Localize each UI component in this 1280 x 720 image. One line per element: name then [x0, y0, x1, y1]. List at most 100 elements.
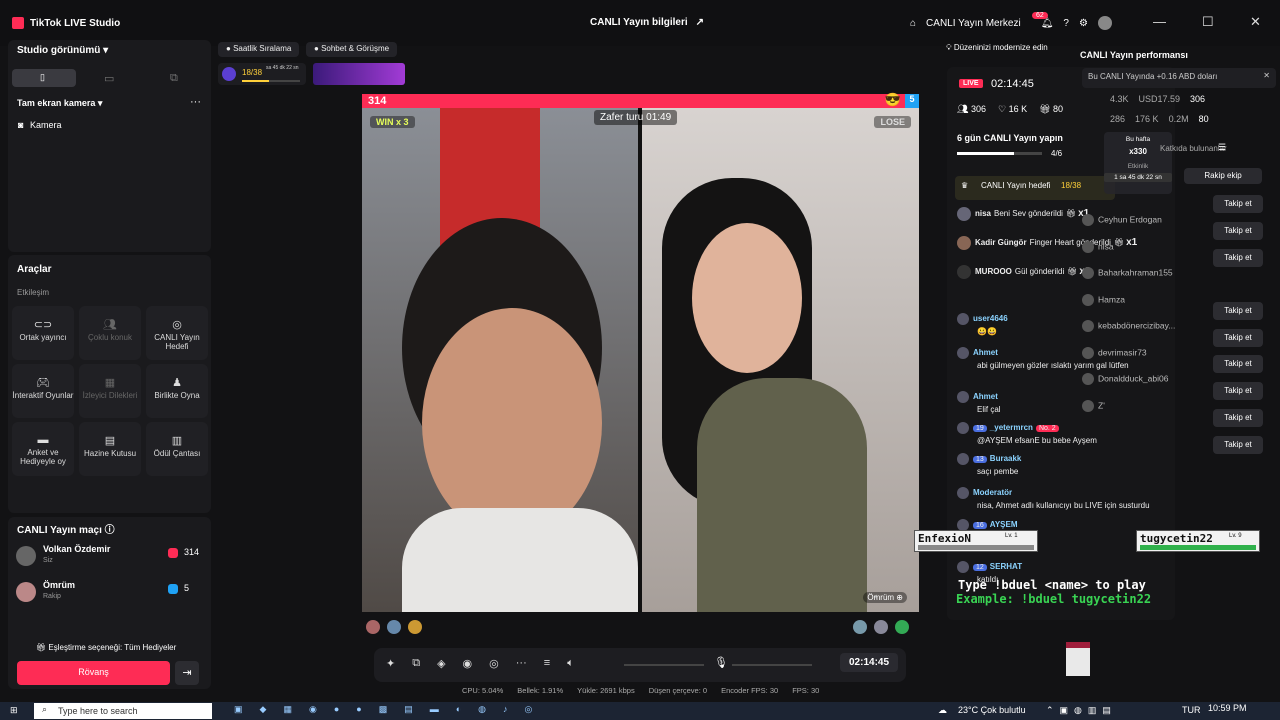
avatar[interactable]: [366, 620, 380, 634]
contributor-row[interactable]: Baharkahraman155: [1082, 267, 1173, 279]
effects-icon[interactable]: ◈: [437, 657, 445, 670]
avatar[interactable]: [957, 487, 969, 499]
gift-user[interactable]: Kadir Güngör: [975, 238, 1027, 247]
follow-button[interactable]: Takip et: [1213, 382, 1263, 400]
tool-wish[interactable]: ▦ İzleyici Dilekleri: [79, 364, 141, 418]
contributor-row[interactable]: Z': [1082, 399, 1105, 412]
microphone-icon[interactable]: 🎙︎: [714, 656, 728, 669]
follow-button[interactable]: Takip et: [1213, 436, 1263, 454]
windows-start-icon[interactable]: ⊞: [10, 705, 18, 716]
avatar[interactable]: [957, 561, 969, 573]
minimize-button[interactable]: —: [1153, 14, 1166, 29]
chat-user[interactable]: Ahmet: [973, 392, 998, 401]
edge-icon[interactable]: ◐: [456, 704, 461, 715]
chat-call-chip[interactable]: ● Sohbet & Görüşme: [306, 42, 398, 57]
folder-icon[interactable]: ▬: [430, 704, 439, 715]
host-supporters[interactable]: [366, 620, 426, 634]
avatar[interactable]: [1082, 320, 1094, 332]
live-center-link[interactable]: CANLI Yayın Merkezi: [926, 18, 1021, 29]
gift-user[interactable]: MUROOO: [975, 267, 1012, 276]
follow-button[interactable]: Takip et: [1213, 222, 1263, 240]
app-icon[interactable]: ▩: [379, 704, 388, 715]
app-icon[interactable]: ●: [334, 704, 339, 715]
avatar[interactable]: [1097, 16, 1112, 30]
avatar[interactable]: [1082, 373, 1094, 385]
tray-icons[interactable]: ⌃▣◍▥▤: [1046, 705, 1117, 716]
language[interactable]: TUR: [1182, 705, 1201, 715]
speaker-icon[interactable]: 🔈︎: [567, 657, 574, 670]
follow-button[interactable]: Takip et: [1213, 355, 1263, 373]
more-icon[interactable]: ···: [516, 657, 527, 670]
dual-toggle[interactable]: ⧉: [144, 69, 208, 87]
avatar[interactable]: [957, 347, 969, 359]
goal-widget[interactable]: 18/38 sa 45 dk 22 sn: [218, 63, 306, 85]
avatar[interactable]: [408, 620, 422, 634]
list-icon[interactable]: ☰: [1218, 142, 1226, 153]
live-info-button[interactable]: CANLI Yayın bilgileri ↗: [590, 17, 704, 28]
tool-poll[interactable]: ▬ Anket ve Hediyeyle oy: [12, 422, 74, 476]
contributor-row[interactable]: Donaldduck_abi06: [1082, 373, 1168, 385]
avatar[interactable]: [1082, 399, 1094, 412]
settings-gear-icon[interactable]: ⚙: [1079, 18, 1088, 29]
follow-button[interactable]: Takip et: [1213, 249, 1263, 267]
avatar[interactable]: [1082, 214, 1094, 226]
tool-bag[interactable]: ▥ Ödül Çantası: [146, 422, 208, 476]
app-icon[interactable]: ▤: [404, 704, 413, 715]
tool-link[interactable]: ⊂⊃ Ortak yayıncı: [12, 306, 74, 360]
contributor-row[interactable]: Hamza: [1082, 293, 1125, 306]
avatar[interactable]: [957, 236, 971, 250]
chat-user[interactable]: _yetermrcn: [990, 423, 1033, 432]
follow-button[interactable]: Takip et: [1213, 409, 1263, 427]
contributor-row[interactable]: devrimasir73: [1082, 346, 1147, 359]
studio-view-dropdown[interactable]: Studio görünümü ▾: [17, 45, 108, 56]
contributor-row[interactable]: kebabdönercizibay...: [1082, 320, 1175, 332]
avatar[interactable]: [957, 422, 969, 434]
player-row[interactable]: Volkan Özdemir Siz 314: [16, 544, 201, 574]
contributor-row[interactable]: nisa: [1082, 240, 1114, 253]
chat-user[interactable]: user4646: [973, 314, 1008, 323]
avatar[interactable]: [957, 391, 969, 403]
rematch-button[interactable]: Rövanş: [17, 661, 170, 685]
spotify-icon[interactable]: ◍: [478, 704, 486, 715]
screen-icon[interactable]: ⧉: [412, 657, 420, 670]
record-icon[interactable]: ◉: [463, 657, 473, 670]
more-icon[interactable]: ···: [190, 96, 201, 108]
chat-user[interactable]: Ahmet: [973, 348, 998, 357]
portrait-toggle[interactable]: ▯: [12, 69, 76, 87]
follow-button[interactable]: Takip et: [1213, 195, 1263, 213]
tool-target[interactable]: ◎ CANLI Yayın Hedefi: [146, 306, 208, 360]
exit-match-icon[interactable]: ⇥: [175, 661, 199, 685]
avatar[interactable]: [957, 313, 969, 325]
app-icon[interactable]: ◎: [525, 704, 533, 715]
task-view-icon[interactable]: ▣: [234, 704, 243, 715]
avatar[interactable]: [957, 265, 971, 279]
avatar[interactable]: [957, 453, 969, 465]
magic-icon[interactable]: ✦: [386, 657, 395, 670]
follow-button[interactable]: Takip et: [1213, 329, 1263, 347]
player-row[interactable]: Ömrüm Rakip 5: [16, 580, 201, 610]
app-icon[interactable]: ◆: [260, 704, 267, 715]
matching-option[interactable]: 🎁︎ Eşleştirme seçeneği: Tüm Hediyeler: [36, 643, 176, 652]
close-icon[interactable]: ✕: [1263, 71, 1270, 80]
avatar[interactable]: [895, 620, 909, 634]
avatar[interactable]: [387, 620, 401, 634]
follow-button[interactable]: Takip et: [1213, 302, 1263, 320]
camera-source[interactable]: ◙ Kamera: [18, 120, 61, 130]
adjust-icon[interactable]: ≡: [544, 657, 550, 670]
tool-gamepad[interactable]: 🎮︎ İnteraktif Oyunlar: [12, 364, 74, 418]
taskbar-search[interactable]: ⌕ Type here to search: [34, 703, 212, 719]
weather-text[interactable]: 23°C Çok bulutlu: [958, 705, 1026, 715]
avatar[interactable]: [874, 620, 888, 634]
mic-slider[interactable]: [732, 664, 812, 666]
tool-users[interactable]: 👥︎ Çoklu konuk: [79, 306, 141, 360]
event-banner-image[interactable]: [313, 63, 405, 85]
avatar[interactable]: [853, 620, 867, 634]
avatar[interactable]: [1082, 346, 1094, 359]
modernize-tip[interactable]: 💡︎ Düzeninizi modernize edin: [946, 43, 1048, 53]
chat-user[interactable]: Buraakk: [990, 454, 1022, 463]
hourly-ranking-chip[interactable]: ● Saatlik Sıralama: [218, 42, 300, 57]
tool-play-together[interactable]: ♟ Birlikte Oyna: [146, 364, 208, 418]
opponent-tag[interactable]: Ömrüm ⊕: [863, 592, 907, 603]
rival-team-tab[interactable]: Rakip ekip: [1184, 168, 1262, 184]
help-icon[interactable]: ?: [1063, 18, 1069, 29]
